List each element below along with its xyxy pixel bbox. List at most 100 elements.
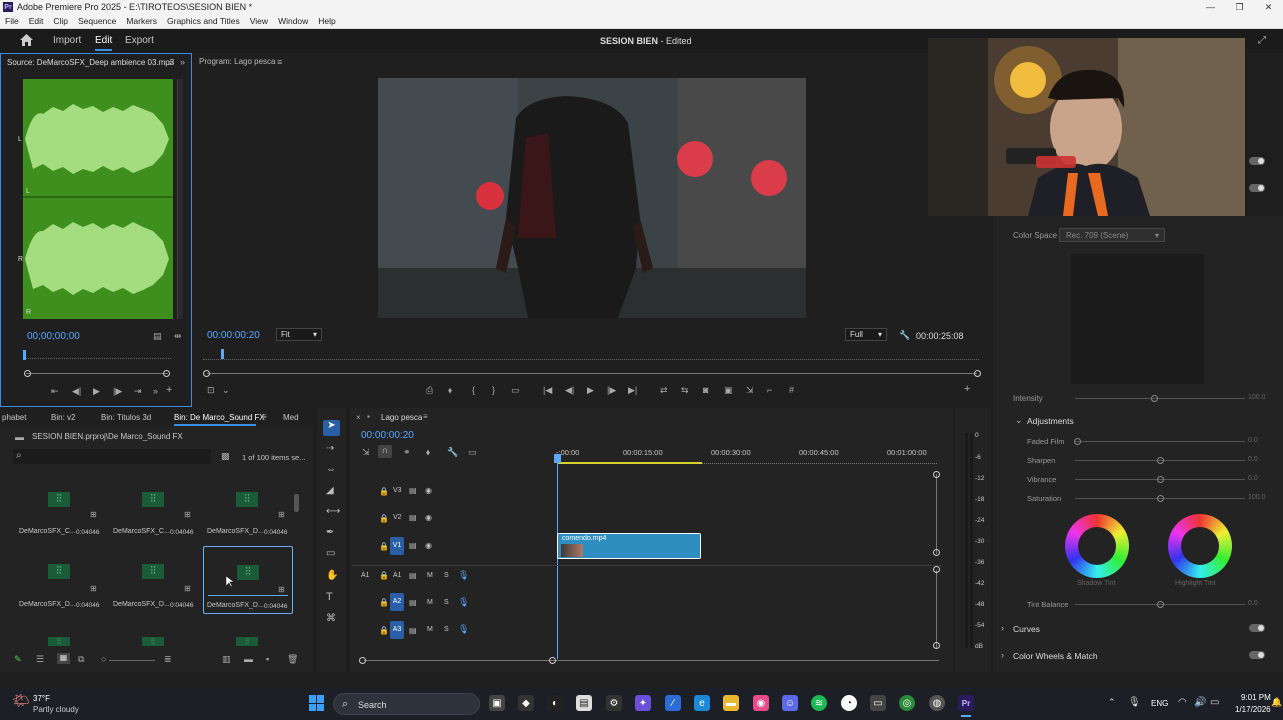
taskbar-search-box[interactable]: ⌕ Search	[333, 693, 480, 715]
mark-out-icon[interactable]: ⇥	[134, 386, 142, 397]
project-scrollbar[interactable]	[294, 494, 299, 512]
track-label-active[interactable]: A2	[390, 593, 404, 611]
step-back-icon[interactable]: ◀|	[565, 385, 574, 396]
program-zoom-bar[interactable]	[207, 373, 977, 374]
chevron-down-icon[interactable]: ⌄	[1015, 415, 1023, 426]
menu-file[interactable]: File	[0, 16, 24, 26]
captions-icon[interactable]: ▭	[468, 447, 477, 458]
weather-icon[interactable]: 🌤	[12, 692, 30, 709]
mark-in-icon[interactable]: {	[472, 385, 475, 395]
freeform-view-icon[interactable]: ⧉	[78, 654, 84, 665]
trash-icon[interactable]: 🗑	[287, 654, 298, 665]
shadow-tint-wheel[interactable]	[1065, 514, 1129, 578]
project-item-selected[interactable]: ⫶⫶ ⊞ DeMarcoSFX_D... 0:04046	[203, 546, 293, 614]
play-icon[interactable]: ▶	[93, 386, 100, 397]
ripple-edit-icon[interactable]: ⇔	[326, 464, 336, 475]
track-select-icon[interactable]: ⇢	[326, 443, 334, 454]
spotify-icon[interactable]: ≋	[811, 695, 827, 711]
slider-handle[interactable]	[1157, 457, 1164, 464]
settings-icon[interactable]: ▤	[153, 331, 162, 342]
compare-icon[interactable]: ▣	[724, 385, 733, 396]
add-button-icon[interactable]: +	[166, 384, 172, 396]
faded-film-value[interactable]: 0.0	[1248, 437, 1258, 444]
slip-tool-icon[interactable]: ⟷	[326, 506, 340, 517]
icon-view-icon[interactable]: ▦	[57, 653, 70, 664]
maximize-button[interactable]: ❐	[1225, 0, 1254, 14]
program-video-frame[interactable]	[378, 78, 806, 318]
type-tool-icon[interactable]: T	[326, 591, 333, 603]
pencil-icon[interactable]: ✎	[14, 654, 22, 665]
microphone-icon[interactable]: 🎙	[458, 624, 469, 635]
expand-icon[interactable]: ⤢	[1258, 35, 1266, 46]
intensity-value[interactable]: 100.0	[1248, 394, 1266, 401]
tab-menu-icon[interactable]: ≡	[262, 412, 267, 421]
grid-icon[interactable]: #	[789, 385, 794, 395]
eye-icon[interactable]: ◉	[425, 513, 432, 522]
timeline-playhead-handle[interactable]	[554, 454, 561, 463]
project-search-input[interactable]: ⌕	[13, 449, 211, 464]
panel-overflow-icon[interactable]: »	[180, 57, 185, 67]
sync-lock-icon[interactable]: ▤	[409, 486, 417, 495]
source-menu-icon[interactable]: ≡	[168, 58, 173, 68]
tint-balance-value[interactable]: 0.0	[1248, 600, 1258, 607]
edge-browser-icon[interactable]: e	[694, 695, 710, 711]
scroll-handle[interactable]	[933, 549, 940, 556]
clock-date[interactable]: 1/17/2026	[1235, 705, 1271, 714]
wifi-icon[interactable]: ◠	[1178, 697, 1187, 708]
solo-button[interactable]: S	[444, 599, 449, 606]
selection-tool-icon[interactable]: ➤	[323, 420, 340, 436]
snap-icon[interactable]: ∩	[378, 445, 392, 458]
tab-alphabet[interactable]: phabet	[2, 413, 26, 422]
zoom-handle-left[interactable]	[203, 370, 210, 377]
slider-handle[interactable]	[1157, 476, 1164, 483]
source-scrollbar[interactable]	[177, 79, 183, 319]
sync-lock-icon[interactable]: ▤	[409, 598, 417, 607]
new-item-icon[interactable]: ▪	[266, 654, 269, 664]
eye-icon[interactable]: ◉	[425, 486, 432, 495]
menu-edit[interactable]: Edit	[24, 16, 49, 26]
faded-film-slider[interactable]	[1075, 441, 1245, 442]
thumbnail-zoom-slider[interactable]	[109, 660, 155, 661]
tab-import[interactable]: Import	[53, 35, 81, 46]
mute-button[interactable]: M	[427, 626, 433, 633]
zoom-fit-dropdown[interactable]: Fit ▾	[276, 328, 322, 341]
overflow-icon[interactable]: »	[153, 386, 158, 396]
step-forward-icon[interactable]: |▶	[607, 385, 616, 396]
wrench-icon[interactable]: 🔧	[899, 330, 910, 341]
zoom-slider-handle-icon[interactable]: ○	[101, 654, 106, 664]
track-label-active[interactable]: V1	[390, 537, 404, 555]
audio-track-scrollbar[interactable]	[936, 570, 937, 648]
tab-bin-titulos[interactable]: Bin: Titulos 3d	[101, 413, 151, 422]
chrome-icon[interactable]: ◎	[899, 695, 915, 711]
play-icon[interactable]: ▶	[587, 385, 594, 396]
app-icon[interactable]: ◉	[753, 695, 769, 711]
source-timecode[interactable]: 00;00;00;00	[27, 331, 80, 342]
slider-handle[interactable]	[1157, 495, 1164, 502]
curves-section-title[interactable]: Curves	[1013, 624, 1040, 634]
color-wheels-section-title[interactable]: Color Wheels & Match	[1013, 651, 1098, 661]
insert-icon[interactable]: ⇄	[660, 385, 668, 396]
lock-icon[interactable]: 🔒	[379, 542, 389, 551]
trim-icon[interactable]: ⇲	[746, 385, 754, 396]
language-indicator[interactable]: ENG	[1151, 699, 1168, 708]
look-preview-thumbnail[interactable]	[1071, 254, 1204, 384]
mute-button[interactable]: M	[427, 599, 433, 606]
effect-toggle[interactable]	[1249, 157, 1265, 165]
effect-toggle[interactable]	[1249, 184, 1265, 192]
curves-toggle[interactable]	[1249, 624, 1265, 632]
solo-button[interactable]: S	[444, 626, 449, 633]
crop-icon[interactable]: ⌐	[767, 385, 772, 395]
program-time-ruler[interactable]	[203, 350, 979, 360]
saturation-value[interactable]: 100.0	[1248, 494, 1266, 501]
highlight-tint-wheel[interactable]	[1168, 514, 1232, 578]
discord-icon[interactable]: ☺	[782, 695, 798, 711]
nest-icon[interactable]: ⇲	[362, 447, 370, 458]
scroll-handle[interactable]	[933, 471, 940, 478]
menu-sequence[interactable]: Sequence	[73, 16, 121, 26]
close-button[interactable]: ✕	[1254, 0, 1283, 14]
lock-icon[interactable]: 🔒	[379, 626, 389, 635]
mark-out-icon[interactable]: }	[492, 385, 495, 395]
track-label[interactable]: V3	[393, 487, 402, 494]
intensity-slider-handle[interactable]	[1151, 395, 1158, 402]
sync-lock-icon[interactable]: ▤	[409, 626, 417, 635]
